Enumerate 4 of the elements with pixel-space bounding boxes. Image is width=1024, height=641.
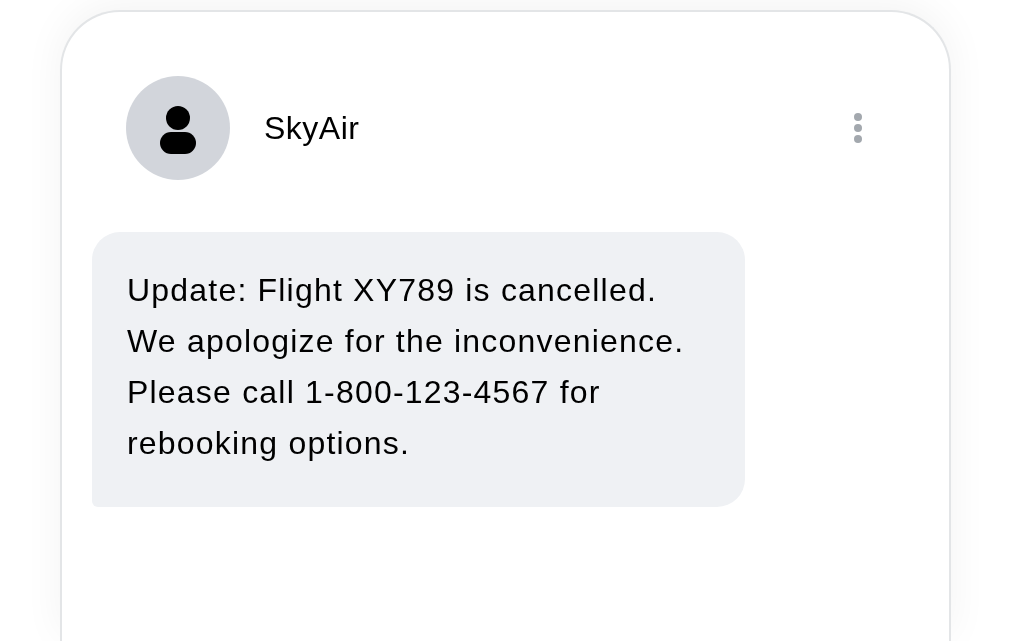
avatar-icon	[126, 76, 230, 180]
message-text: Update: Flight XY789 is cancelled. We apologize for the inconvenience. Please call 1-800-123-4567 for rebooking options.	[127, 271, 686, 463]
more-options-icon[interactable]	[853, 112, 863, 144]
contact-name: SkyAir	[264, 112, 360, 144]
